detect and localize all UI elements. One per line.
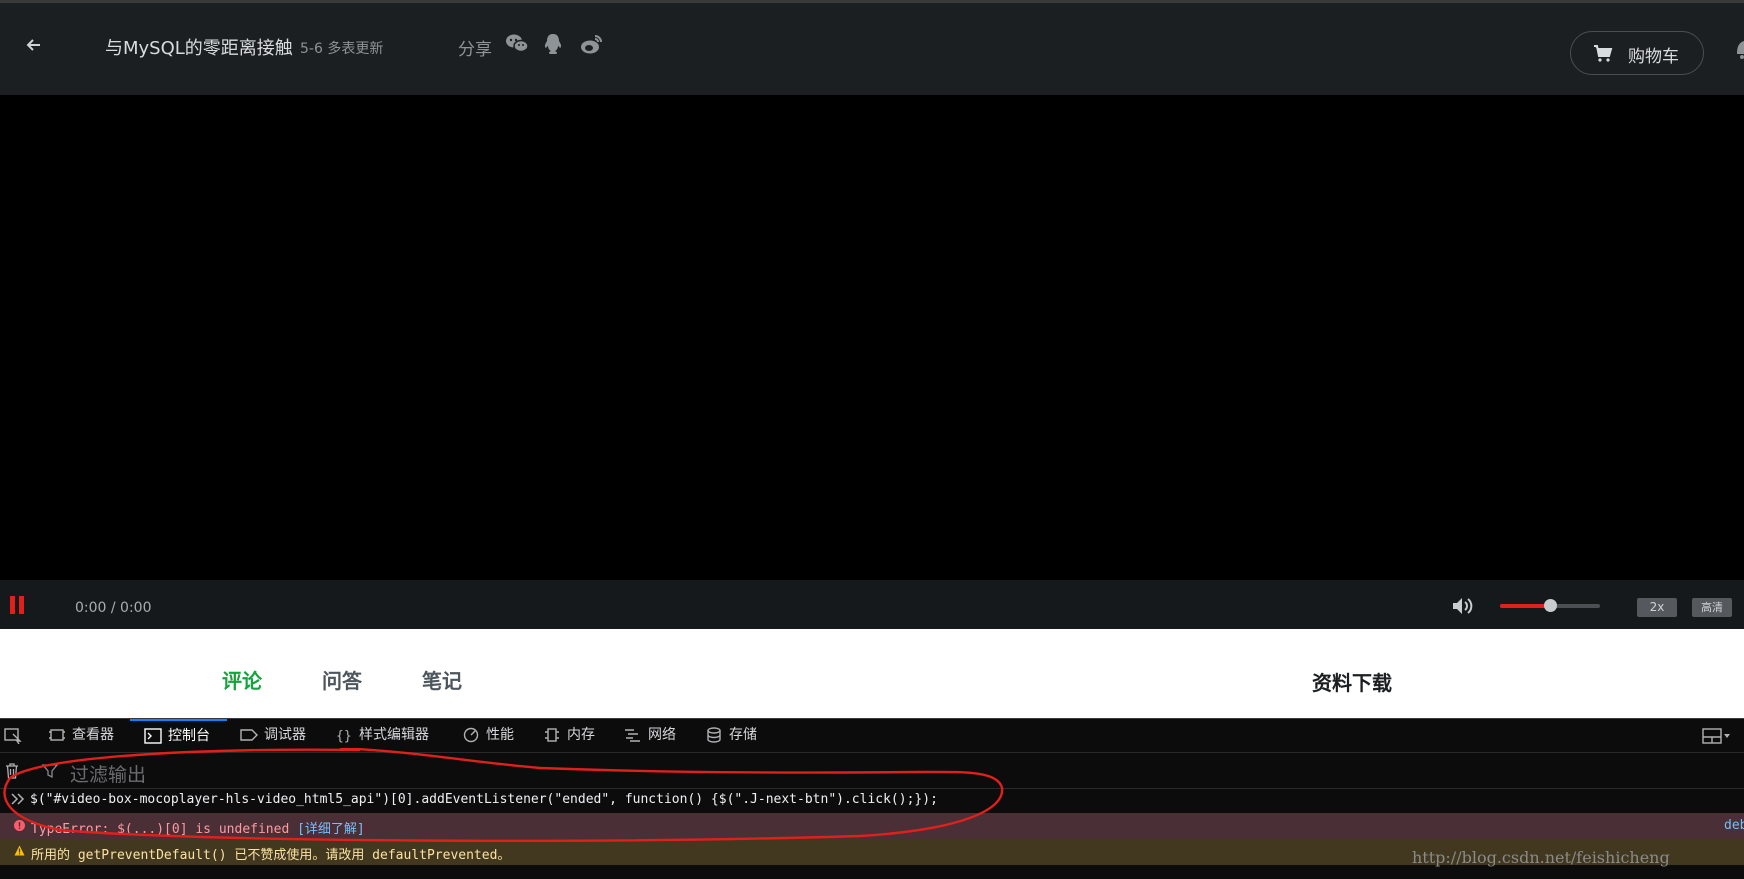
filter-icon: [42, 764, 58, 779]
cart-button[interactable]: 购物车: [1570, 31, 1704, 75]
trash-icon[interactable]: [5, 763, 19, 779]
playback-time: 0:00 / 0:00: [75, 600, 152, 616]
devtools-tab-label: 内存: [567, 727, 595, 743]
devtools-tab-style-editor[interactable]: {} 样式编辑器: [335, 719, 429, 752]
tab-qa[interactable]: 问答: [322, 665, 362, 694]
console-command-row[interactable]: $("#video-box-mocoplayer-hls-video_html5…: [0, 789, 1744, 813]
notifications-button[interactable]: [1727, 36, 1744, 60]
error-icon: [14, 820, 25, 831]
speaker-icon: [1453, 598, 1473, 614]
console-error-text: TypeError: $(...)[0] is undefined: [31, 822, 290, 837]
devtools-tab-inspector[interactable]: 查看器: [48, 719, 114, 752]
console-command-text: $("#video-box-mocoplayer-hls-video_html5…: [30, 792, 938, 807]
wechat-share-button[interactable]: [505, 33, 529, 57]
volume-fill: [1500, 604, 1550, 608]
course-header: 与MySQL的零距离接触 5-6 多表更新 分享 购物车: [0, 0, 1744, 95]
memory-icon: [545, 728, 559, 742]
pause-button[interactable]: [10, 596, 28, 614]
cart-icon: [1594, 45, 1613, 62]
error-source-link[interactable]: deb: [1724, 818, 1744, 833]
cart-label: 购物车: [1628, 47, 1679, 67]
share-label: 分享: [458, 40, 492, 60]
warning-icon: [14, 845, 25, 856]
volume-slider[interactable]: [1500, 599, 1600, 612]
watermark-text: http://blog.csdn.net/feishicheng: [1412, 848, 1670, 867]
devtools-toolbar: 查看器 控制台 调试器 {} 样式编辑器 性能 内存 网络 存储: [0, 719, 1744, 753]
course-title: 与MySQL的零距离接触: [105, 38, 293, 59]
course-tabs: 评论 问答 笔记 资料下载: [0, 629, 1744, 718]
qq-share-button[interactable]: [543, 33, 567, 57]
console-warning-text: 所用的 getPreventDefault() 已不赞成使用。请改用 defau…: [31, 848, 511, 863]
network-icon: [625, 729, 640, 742]
volume-button[interactable]: [1452, 597, 1474, 615]
console-filter-input[interactable]: 过滤输出: [70, 760, 146, 787]
svg-text:{}: {}: [336, 729, 352, 743]
downloads-title[interactable]: 资料下载: [1312, 667, 1392, 696]
devtools-tab-label: 网络: [648, 727, 676, 743]
devtools-tab-network[interactable]: 网络: [624, 719, 676, 752]
arrow-left-icon: [26, 39, 40, 51]
devtools-tab-label: 查看器: [72, 727, 114, 743]
speed-button[interactable]: 2x: [1637, 598, 1677, 617]
tab-comments[interactable]: 评论: [222, 665, 262, 694]
console-icon: [144, 728, 162, 744]
player-controls: 0:00 / 0:00 2x 高清: [0, 580, 1744, 629]
performance-icon: [463, 727, 479, 743]
weibo-share-button[interactable]: [580, 33, 604, 57]
volume-knob[interactable]: [1544, 599, 1557, 612]
devtools-tab-label: 控制台: [168, 728, 210, 744]
bell-icon: [1737, 41, 1744, 59]
pause-icon-bar-right: [19, 596, 24, 614]
learn-more-link[interactable]: [详细了解]: [297, 822, 365, 837]
storage-icon: [707, 727, 721, 743]
devtools-tab-label: 样式编辑器: [359, 727, 429, 743]
devtools-tab-debugger[interactable]: 调试器: [240, 719, 306, 752]
console-error-row: TypeError: $(...)[0] is undefined [详细了解]…: [0, 813, 1744, 839]
weibo-icon: [581, 35, 602, 54]
tab-notes[interactable]: 笔记: [422, 665, 462, 694]
devtools-tab-label: 性能: [486, 727, 514, 743]
quality-button[interactable]: 高清: [1692, 598, 1732, 617]
element-picker-icon[interactable]: [4, 728, 22, 744]
pause-icon-bar-left: [10, 596, 15, 614]
devtools-tab-performance[interactable]: 性能: [462, 719, 514, 752]
console-input-row[interactable]: [0, 865, 1744, 879]
chapter-title: 5-6 多表更新: [300, 41, 384, 57]
debugger-icon: [240, 729, 258, 741]
style-editor-icon: {}: [336, 729, 352, 743]
console-filter-bar: 过滤输出: [0, 753, 1744, 789]
back-button[interactable]: [26, 33, 46, 57]
devtools-tab-console[interactable]: 控制台: [130, 719, 227, 752]
inspector-icon: [49, 729, 65, 741]
layout-toggle-icon[interactable]: [1702, 728, 1732, 744]
devtools-tab-label: 调试器: [264, 727, 306, 743]
chevron-right-icon: [11, 793, 25, 805]
qq-icon: [544, 34, 562, 54]
devtools-tab-memory[interactable]: 内存: [543, 719, 595, 752]
devtools-tab-label: 存储: [729, 727, 757, 743]
video-viewport[interactable]: [0, 95, 1744, 580]
devtools-tab-storage[interactable]: 存储: [705, 719, 757, 752]
wechat-icon: [506, 34, 529, 53]
